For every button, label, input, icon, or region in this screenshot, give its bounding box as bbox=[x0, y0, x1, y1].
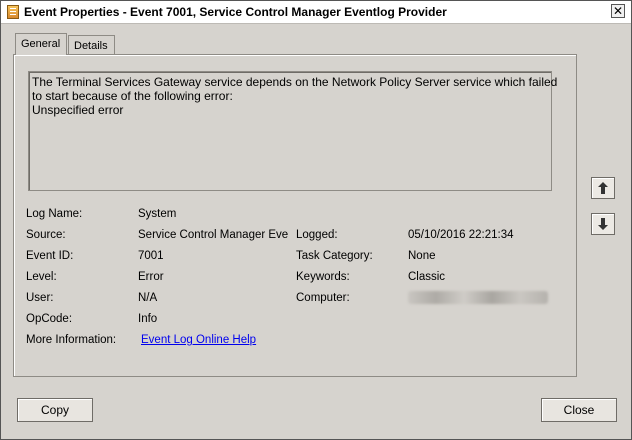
title-bar[interactable]: Event Properties - Event 7001, Service C… bbox=[1, 1, 631, 24]
task-category-label: Task Category: bbox=[296, 250, 373, 262]
computer-value-redacted bbox=[408, 291, 548, 304]
user-value: N/A bbox=[138, 292, 158, 304]
arrow-up-icon bbox=[598, 182, 608, 194]
tab-details[interactable]: Details bbox=[68, 35, 115, 55]
level-label: Level: bbox=[26, 271, 57, 283]
description-line: to start because of the following error: bbox=[32, 89, 233, 103]
keywords-value: Classic bbox=[408, 271, 446, 283]
event-id-label: Event ID: bbox=[26, 250, 74, 262]
logged-label: Logged: bbox=[296, 229, 338, 241]
arrow-down-icon bbox=[598, 218, 608, 230]
next-event-button[interactable] bbox=[591, 213, 615, 235]
more-info-label: More Information: bbox=[26, 334, 117, 346]
tab-details-label: Details bbox=[74, 40, 108, 52]
tab-general[interactable]: General bbox=[15, 33, 67, 55]
log-name-label: Log Name: bbox=[26, 208, 83, 220]
log-name-value: System bbox=[138, 208, 177, 220]
keywords-label: Keywords: bbox=[296, 271, 350, 283]
opcode-label: OpCode: bbox=[26, 313, 73, 325]
source-label: Source: bbox=[26, 229, 66, 241]
previous-event-button[interactable] bbox=[591, 177, 615, 199]
source-value: Service Control Manager Eve bbox=[138, 229, 288, 241]
window-title: Event Properties - Event 7001, Service C… bbox=[24, 5, 447, 19]
copy-button[interactable]: Copy bbox=[17, 398, 93, 422]
task-category-value: None bbox=[408, 250, 436, 262]
level-value: Error bbox=[138, 271, 164, 283]
close-button[interactable]: Close bbox=[541, 398, 617, 422]
event-description[interactable]: The Terminal Services Gateway service de… bbox=[28, 71, 558, 191]
event-id-value: 7001 bbox=[138, 250, 164, 262]
close-window-button[interactable]: ✕ bbox=[611, 4, 625, 18]
logged-value: 05/10/2016 22:21:34 bbox=[408, 229, 514, 241]
description-line: Unspecified error bbox=[32, 103, 124, 117]
event-log-help-link[interactable]: Event Log Online Help bbox=[141, 334, 256, 346]
computer-label: Computer: bbox=[296, 292, 350, 304]
opcode-value: Info bbox=[138, 313, 158, 325]
tab-general-label: General bbox=[21, 38, 61, 50]
user-label: User: bbox=[26, 292, 54, 304]
event-properties-window: Event Properties - Event 7001, Service C… bbox=[0, 0, 632, 440]
event-log-icon bbox=[7, 5, 19, 19]
description-line: The Terminal Services Gateway service de… bbox=[32, 75, 558, 89]
